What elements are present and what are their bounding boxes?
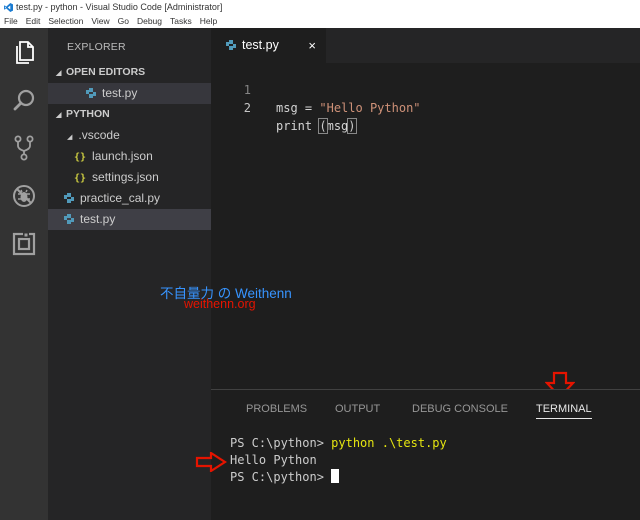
terminal-cursor [331,469,340,483]
file-item-test-py[interactable]: test.py [48,209,211,230]
menu-tasks[interactable]: Tasks [170,15,192,28]
menu-go[interactable]: Go [118,15,129,28]
code-text: msg = "Hello Python" [276,101,421,115]
chevron-down-icon: ◢ [67,134,73,141]
line-number: 2 [243,101,251,115]
panel-tabs: PROBLEMS OUTPUT DEBUG CONSOLE TERMINAL [211,400,640,420]
source-control-icon [14,135,34,161]
open-editor-item-test-py[interactable]: test.py [48,83,211,104]
file-item-settings-json[interactable]: {} settings.json [48,167,211,188]
python-file-icon [86,88,96,98]
editor-tab-bar: test.py × [211,28,640,63]
json-file-icon: {} [74,152,87,163]
menu-help[interactable]: Help [200,15,217,28]
close-icon[interactable]: × [308,28,316,63]
debug-button[interactable] [0,176,48,216]
explorer-sidebar: EXPLORER ◢ OPEN EDITORS test.py ◢ PYTHON ◢… [48,28,211,520]
code-editor[interactable]: 1 msg = "Hello Python" 2 print (msg) [211,63,640,388]
search-button[interactable] [0,80,48,120]
menu-file[interactable]: File [4,15,18,28]
json-file-icon: {} [74,173,87,184]
activity-bar [0,28,48,520]
red-arrow-right-icon [195,452,227,472]
tab-terminal[interactable]: TERMINAL [536,400,592,419]
explorer-button[interactable] [0,32,48,72]
file-item-practice-cal-py[interactable]: practice_cal.py [48,188,211,209]
terminal-line: PS C:\python> python .\test.py [230,436,447,450]
python-folder-header[interactable]: ◢ PYTHON [48,104,211,125]
window-title: test.py - python - Visual Studio Code [A… [16,2,223,12]
extensions-icon [12,232,36,256]
terminal-line: PS C:\python> [230,469,447,486]
debug-icon [13,185,35,207]
file-item-launch-json[interactable]: {} launch.json [48,146,211,167]
open-editors-header[interactable]: ◢ OPEN EDITORS [48,62,211,83]
folder-item-vscode[interactable]: ◢ .vscode [48,125,211,146]
python-file-icon [64,214,74,224]
tab-test-py[interactable]: test.py × [211,28,326,63]
terminal-line: Hello Python [230,453,317,467]
python-file-icon [64,193,74,203]
menu-view[interactable]: View [91,15,109,28]
extensions-button[interactable] [0,224,48,264]
bottom-panel: PROBLEMS OUTPUT DEBUG CONSOLE TERMINAL P… [211,389,640,520]
tab-problems[interactable]: PROBLEMS [246,400,307,418]
menu-selection[interactable]: Selection [48,15,83,28]
python-file-icon [226,40,236,50]
menu-bar: File Edit Selection View Go Debug Tasks … [0,15,640,28]
chevron-down-icon: ◢ [56,112,62,119]
code-text: print (msg) [276,118,357,134]
tab-output[interactable]: OUTPUT [335,400,380,418]
terminal[interactable]: PS C:\python> python .\test.py Hello Pyt… [230,435,447,486]
search-icon [13,89,35,111]
title-bar: test.py - python - Visual Studio Code [A… [0,0,640,15]
tab-debug-console[interactable]: DEBUG CONSOLE [412,400,508,418]
code-line: 1 msg = "Hello Python" [211,63,640,115]
sidebar-title: EXPLORER [67,41,126,53]
menu-debug[interactable]: Debug [137,15,162,28]
files-icon [16,41,34,64]
code-line: 2 print (msg) [211,81,640,134]
chevron-down-icon: ◢ [56,70,62,77]
menu-edit[interactable]: Edit [26,15,41,28]
watermark-url: weithenn.org [184,297,256,311]
source-control-button[interactable] [0,128,48,168]
vscode-logo-icon [4,3,13,12]
